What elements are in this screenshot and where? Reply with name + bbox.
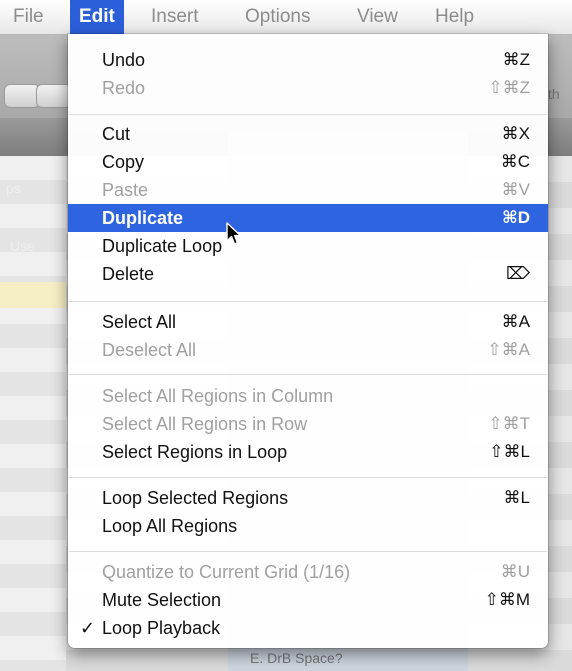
menu-item-loop-playback[interactable]: ✓ Loop Playback xyxy=(68,614,548,642)
menu-item-shortcut: ⌘V xyxy=(501,180,530,199)
menu-item-label: Quantize to Current Grid (1/16) xyxy=(102,562,351,582)
app-ghost-text: Use xyxy=(10,238,35,254)
menu-separator xyxy=(69,551,547,552)
menu-separator xyxy=(69,477,547,478)
menu-item-mute-selection[interactable]: Mute Selection ⇧⌘M xyxy=(68,586,548,614)
menu-item-shortcut: ⇧⌘Z xyxy=(488,78,530,97)
app-highlighted-row xyxy=(0,282,66,308)
menu-item-label: Mute Selection xyxy=(102,590,222,610)
menu-item-select-all[interactable]: Select All ⌘A xyxy=(68,308,548,336)
menu-item-select-all-regions-in-row[interactable]: Select All Regions in Row ⇧⌘T xyxy=(68,410,548,438)
mouse-pointer-icon xyxy=(226,222,242,245)
menu-item-label: Duplicate Loop xyxy=(102,236,223,256)
menu-item-shortcut: ⌘U xyxy=(500,562,530,581)
menu-item-shortcut: ⌘A xyxy=(501,312,530,331)
menu-item-cut[interactable]: Cut ⌘X xyxy=(68,120,548,148)
delete-forward-icon: ⌦ xyxy=(505,264,530,283)
menu-item-shortcut: ⌘X xyxy=(501,124,530,143)
menu-item-shortcut: ⌘D xyxy=(501,208,530,227)
menu-item-label: Deselect All xyxy=(102,340,197,360)
edit-menu-dropdown: Undo ⌘Z Redo ⇧⌘Z Cut ⌘X Copy ⌘C Paste ⌘V… xyxy=(68,34,548,648)
menu-item-loop-all-regions[interactable]: Loop All Regions xyxy=(68,512,548,540)
menu-item-label: Select Regions in Loop xyxy=(102,442,288,462)
checkmark-icon: ✓ xyxy=(80,618,96,638)
app-left-column xyxy=(0,156,66,671)
menu-help[interactable]: Help xyxy=(426,0,483,34)
menu-item-label: Cut xyxy=(102,124,131,144)
menu-item-duplicate[interactable]: Duplicate ⌘D xyxy=(68,204,548,232)
menu-item-shortcut: ⌘Z xyxy=(502,50,530,69)
menu-file[interactable]: File xyxy=(4,0,53,34)
menu-edit[interactable]: Edit xyxy=(70,0,124,34)
app-transport-button xyxy=(4,84,40,108)
menu-options[interactable]: Options xyxy=(236,0,319,34)
menu-item-label: Loop Playback xyxy=(102,618,221,638)
menu-item-undo[interactable]: Undo ⌘Z xyxy=(68,46,548,74)
menu-item-label: Redo xyxy=(102,78,146,98)
menu-item-redo[interactable]: Redo ⇧⌘Z xyxy=(68,74,548,102)
menu-item-label: Paste xyxy=(102,180,149,200)
app-ghost-text: ps xyxy=(6,180,21,196)
app-ghost-text: th xyxy=(548,86,560,102)
menu-item-shortcut: ⌘L xyxy=(503,488,530,507)
menu-item-select-all-regions-in-column[interactable]: Select All Regions in Column xyxy=(68,382,548,410)
menu-item-shortcut: ⇧⌘L xyxy=(489,442,530,461)
menu-item-quantize-to-current-grid[interactable]: Quantize to Current Grid (1/16) ⌘U xyxy=(68,558,548,586)
menu-item-label: Loop All Regions xyxy=(102,516,238,536)
menu-item-label: Select All xyxy=(102,312,177,332)
menu-view[interactable]: View xyxy=(348,0,407,34)
menu-item-label: Select All Regions in Column xyxy=(102,386,334,406)
app-ghost-text: E. DrB Space? xyxy=(250,650,343,666)
menu-item-paste[interactable]: Paste ⌘V xyxy=(68,176,548,204)
menu-item-label: Undo xyxy=(102,50,146,70)
menu-item-label: Loop Selected Regions xyxy=(102,488,289,508)
menu-item-shortcut: ⇧⌘M xyxy=(484,590,530,609)
menu-insert[interactable]: Insert xyxy=(142,0,208,34)
menu-separator xyxy=(69,114,547,115)
menu-item-delete[interactable]: Delete ⌦ xyxy=(68,260,548,288)
menu-item-label: Copy xyxy=(102,152,145,172)
menu-item-shortcut: ⌘C xyxy=(500,152,530,171)
menu-item-deselect-all[interactable]: Deselect All ⇧⌘A xyxy=(68,336,548,364)
menu-item-copy[interactable]: Copy ⌘C xyxy=(68,148,548,176)
menu-bar: File Edit Insert Options View Help xyxy=(0,0,572,35)
menu-item-select-regions-in-loop[interactable]: Select Regions in Loop ⇧⌘L xyxy=(68,438,548,466)
menu-item-loop-selected-regions[interactable]: Loop Selected Regions ⌘L xyxy=(68,484,548,512)
menu-item-shortcut: ⇧⌘T xyxy=(488,414,530,433)
app-transport-button xyxy=(36,84,72,108)
menu-item-label: Select All Regions in Row xyxy=(102,414,308,434)
menu-separator xyxy=(69,301,547,302)
menu-item-label: Delete xyxy=(102,264,155,284)
menu-item-duplicate-loop[interactable]: Duplicate Loop xyxy=(68,232,548,260)
menu-separator xyxy=(69,374,547,375)
menu-item-shortcut: ⇧⌘A xyxy=(487,340,530,359)
menu-item-label: Duplicate xyxy=(102,208,184,228)
